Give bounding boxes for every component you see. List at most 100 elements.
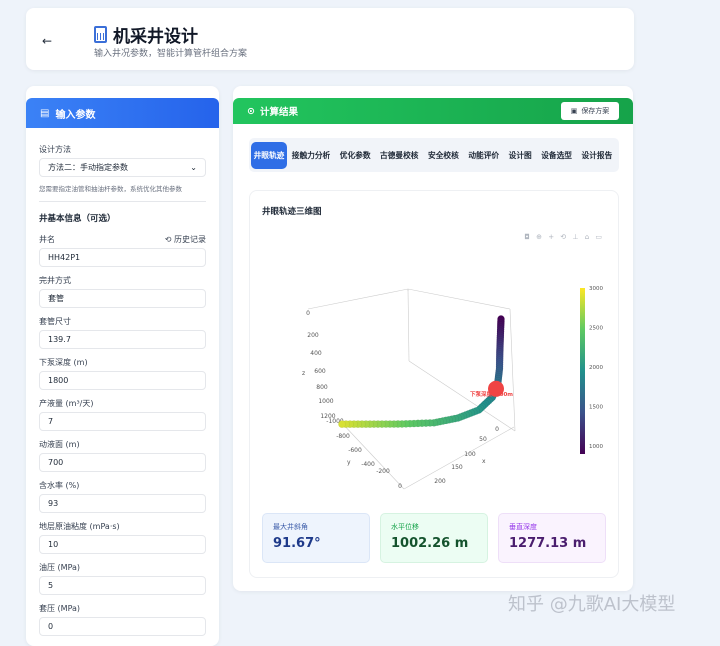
results-panel-title: 计算结果 xyxy=(259,107,298,118)
y-tick-label: 0 xyxy=(398,483,402,490)
stat-value: 1277.13 m xyxy=(509,536,587,551)
field-label: 油压 (MPa) xyxy=(39,563,81,572)
field-label: 下泵深度 (m) xyxy=(39,358,88,367)
colorbar xyxy=(580,288,585,454)
field-input[interactable]: 1800 xyxy=(39,371,206,390)
plot-modebar[interactable]: ◘ ⊕ + ⟲ ⊥ ⌂ ▭ xyxy=(524,233,604,241)
field-input[interactable]: 套管 xyxy=(39,289,206,308)
z-tick-label: 1000 xyxy=(318,398,333,405)
axis-title: z xyxy=(302,370,305,377)
stat-vertical-depth: 垂直深度 1277.13 m xyxy=(498,513,606,563)
design-method-label: 设计方法 xyxy=(39,145,71,154)
x-tick-label: 200 xyxy=(434,478,446,485)
result-tabs: 井眼轨迹 接触力分析 优化参数 古德曼校核 安全校核 动能评价 设计图 设备选型 设计报告 xyxy=(249,138,619,172)
tab-5[interactable]: 动能评价 xyxy=(464,142,504,169)
stat-value: 1002.26 m xyxy=(391,536,469,551)
field-input[interactable]: 700 xyxy=(39,453,206,472)
axis-box-line xyxy=(509,308,516,432)
field-label: 井名 ⟲ 历史记录 xyxy=(39,234,206,245)
watermark: 知乎 @九歌AI大模型 xyxy=(508,594,676,615)
z-tick-label: 0 xyxy=(306,310,310,317)
z-tick-label: 200 xyxy=(307,332,319,339)
results-panel: ⊙ 计算结果 ▣ 保存方案 井眼轨迹 接触力分析 优化参数 古德曼校核 安全校核 动能评价 设计… xyxy=(233,86,633,591)
stat-max-inclination: 最大井斜角 91.67° xyxy=(262,513,370,563)
history-icon: ⟲ xyxy=(164,235,172,244)
design-method-value: 方法二：手动指定参数 xyxy=(48,163,128,172)
save-icon: ▣ xyxy=(570,107,578,115)
field-input[interactable]: 139.7 xyxy=(39,330,206,349)
field-label-text: 井名 xyxy=(39,235,55,244)
stat-label: 水平位移 xyxy=(391,523,419,531)
field-label: 完井方式 xyxy=(39,276,71,285)
field-label: 套压 (MPa) xyxy=(39,604,81,613)
trajectory-plot-card: 0 200 400 600 800 1000 1200 -1000 -800 -600 -400 -2… xyxy=(249,190,619,578)
axis-box-line xyxy=(403,426,515,490)
tab-4[interactable]: 安全校核 xyxy=(423,142,463,169)
x-tick-label: 150 xyxy=(451,464,463,471)
field-label: 含水率 (%) xyxy=(39,481,80,490)
field-input[interactable]: 0 xyxy=(39,617,206,636)
tab-7[interactable]: 设备选型 xyxy=(536,142,576,169)
stat-label: 垂直深度 xyxy=(509,523,537,531)
page-header: ← 机采井设计 输入井况参数，智能计算管杆组合方案 xyxy=(26,8,634,70)
tab-0[interactable]: 井眼轨迹 xyxy=(251,141,287,169)
field-input[interactable]: 7 xyxy=(39,412,206,431)
page-subtitle: 输入井况参数，智能计算管杆组合方案 xyxy=(94,49,248,59)
field-label: 产液量 (m³/天) xyxy=(39,399,94,408)
axis-box-line xyxy=(307,288,409,310)
save-plan-button[interactable]: ▣ 保存方案 xyxy=(561,102,619,120)
x-tick-label: 50 xyxy=(479,436,487,443)
tab-3[interactable]: 古德曼校核 xyxy=(375,142,423,169)
axis-box-line xyxy=(407,288,511,310)
field-input[interactable]: HH42P1 xyxy=(39,248,206,267)
z-tick-label: 600 xyxy=(314,368,326,375)
design-method-select[interactable]: 方法二：手动指定参数 ⌄ xyxy=(39,158,206,177)
y-tick-label: -200 xyxy=(376,468,390,475)
x-tick-label: 100 xyxy=(464,451,476,458)
field-label: 动液面 (m) xyxy=(39,440,80,449)
chevron-down-icon: ⌄ xyxy=(190,163,197,172)
tab-6[interactable]: 设计图 xyxy=(504,142,537,169)
tab-8[interactable]: 设计报告 xyxy=(577,142,617,169)
input-panel-title: 输入参数 xyxy=(55,109,96,121)
axis-box-line xyxy=(407,288,410,362)
colorbar-tick-label: 2500 xyxy=(589,326,603,332)
arrow-left-icon[interactable]: ← xyxy=(42,34,52,48)
z-tick-label: 400 xyxy=(310,350,322,357)
colorbar-tick-label: 3000 xyxy=(589,286,603,292)
input-panel: ▤ 输入参数 设计方法 方法二：手动指定参数 ⌄ 您需要指定油管和抽油杆参数，系统优… xyxy=(26,86,219,646)
save-plan-label: 保存方案 xyxy=(581,107,610,115)
document-icon: ▤ xyxy=(40,107,50,119)
z-tick-label: 800 xyxy=(316,384,328,391)
stat-label: 最大井斜角 xyxy=(273,523,308,531)
field-input[interactable]: 10 xyxy=(39,535,206,554)
stat-value: 91.67° xyxy=(273,536,321,551)
y-tick-label: -800 xyxy=(336,433,350,440)
page-title-wrap: 机采井设计 xyxy=(94,22,198,47)
x-tick-label: 0 xyxy=(495,426,499,433)
history-button[interactable]: ⟲ 历史记录 xyxy=(165,234,206,245)
y-tick-label: -600 xyxy=(348,447,362,454)
stat-horizontal-displacement: 水平位移 1002.26 m xyxy=(380,513,488,563)
colorbar-tick-label: 1500 xyxy=(589,405,603,411)
field-input[interactable]: 93 xyxy=(39,494,206,513)
axis-title: y xyxy=(347,459,351,466)
input-panel-header: ▤ 输入参数 xyxy=(26,98,219,128)
field-input[interactable]: 5 xyxy=(39,576,206,595)
section-title: 井基本信息（可选） xyxy=(39,214,116,224)
plot-title: 井眼轨迹三维图 xyxy=(262,207,322,217)
calculator-icon xyxy=(94,26,107,43)
results-panel-header: ⊙ 计算结果 ▣ 保存方案 xyxy=(233,98,633,124)
tab-1[interactable]: 接触力分析 xyxy=(287,142,335,169)
axis-title: x xyxy=(482,458,486,465)
pump-depth-label: 下泵深度1800m xyxy=(470,390,513,398)
y-tick-label: -400 xyxy=(361,461,375,468)
trajectory-point xyxy=(338,420,346,428)
axis-box-line xyxy=(339,420,405,490)
field-label: 套管尺寸 xyxy=(39,317,71,326)
tab-2[interactable]: 优化参数 xyxy=(335,142,375,169)
history-label: 历史记录 xyxy=(174,235,206,244)
field-label: 地层原油粘度 (mPa·s) xyxy=(39,522,120,531)
colorbar-tick-label: 2000 xyxy=(589,365,603,371)
page-title: 机采井设计 xyxy=(113,27,198,47)
